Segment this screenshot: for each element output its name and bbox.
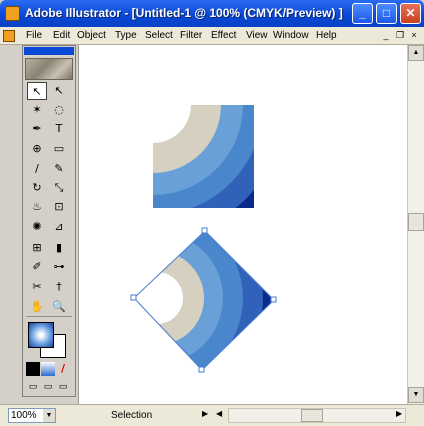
document-minimize-button[interactable]: _ [380, 30, 392, 42]
square-quarter-circles[interactable] [78, 45, 285, 237]
scroll-down-button[interactable]: ▼ [408, 387, 424, 403]
scroll-right-button[interactable]: ▶ [396, 409, 402, 418]
horizontal-scroll-thumb[interactable] [301, 409, 323, 422]
menu-help[interactable]: Help [316, 30, 337, 41]
illustrator-app-icon[interactable] [5, 6, 20, 21]
hand-tool-icon[interactable]: ✋ [27, 298, 47, 316]
menu-effect[interactable]: Effect [211, 30, 236, 41]
direct-selection-tool-icon[interactable]: ↖ [49, 82, 69, 100]
standard-screen-mode-button[interactable]: ▭ [26, 381, 40, 393]
gradient-tool-icon[interactable]: ▮ [49, 239, 69, 257]
scissors-tool-icon[interactable]: † [49, 278, 69, 296]
fill-swatch[interactable] [28, 322, 54, 348]
title-bar: Adobe Illustrator - [Untitled-1 @ 100% (… [0, 0, 424, 27]
scale-tool-icon[interactable]: ⤡ [49, 179, 69, 197]
menu-window[interactable]: Window [273, 30, 309, 41]
status-tool-label: Selection [111, 410, 153, 421]
fill-stroke-control[interactable] [28, 322, 68, 358]
document-close-button[interactable]: × [408, 30, 420, 42]
toolbox-divider [26, 316, 72, 317]
slice-tool-icon[interactable]: ✂ [27, 278, 47, 296]
window-title: Adobe Illustrator - [Untitled-1 @ 100% (… [25, 6, 343, 20]
none-mode-button[interactable]: / [56, 362, 70, 376]
rectangle-tool-icon[interactable]: ▭ [49, 140, 69, 158]
maximize-button[interactable]: □ [376, 3, 397, 24]
menu-file[interactable]: File [26, 30, 42, 41]
toolbox-banner-image[interactable] [25, 58, 73, 80]
pen-tool-icon[interactable]: ✒ [27, 120, 47, 138]
anchor-point[interactable] [270, 296, 277, 303]
selection-tool-icon[interactable]: ↖ [27, 82, 47, 100]
mesh-tool-icon[interactable]: ⊞ [27, 239, 47, 257]
square-core [153, 105, 191, 143]
free-transform-tool-icon[interactable]: ⊡ [49, 198, 69, 216]
artboard-canvas[interactable] [78, 45, 407, 404]
scroll-up-button[interactable]: ▲ [408, 45, 424, 61]
gradient-mode-button[interactable] [41, 362, 55, 376]
lasso-tool-icon[interactable]: ◌ [49, 101, 69, 119]
eyedropper-tool-icon[interactable]: ✐ [27, 258, 47, 276]
menu-select[interactable]: Select [145, 30, 173, 41]
zoom-level-field[interactable]: 100% ▼ [8, 408, 56, 423]
graph-tool-icon[interactable]: ⊿ [49, 218, 69, 236]
minimize-button[interactable]: _ [352, 3, 373, 24]
document-icon[interactable] [3, 30, 15, 42]
type-tool-icon[interactable]: T [49, 120, 69, 138]
blend-tool-icon[interactable]: ⊶ [49, 258, 69, 276]
diamond-quarter-circles[interactable] [78, 192, 274, 404]
zoom-level-value: 100% [11, 410, 37, 421]
menu-type[interactable]: Type [115, 30, 137, 41]
paintbrush-tool-icon[interactable]: / [27, 160, 47, 178]
symbol-sprayer-tool-icon[interactable]: ✺ [27, 218, 47, 236]
menu-filter[interactable]: Filter [180, 30, 202, 41]
status-menu-arrow-icon[interactable]: ▶ [202, 409, 208, 418]
menu-view[interactable]: View [246, 30, 268, 41]
zoom-tool-icon[interactable]: 🔍 [49, 298, 69, 316]
status-bar: 100% ▼ Selection ▶ ◀ ▶ [0, 404, 424, 426]
anchor-point[interactable] [130, 294, 137, 301]
line-tool-icon[interactable]: ⊕ [27, 140, 47, 158]
diamond-core [134, 272, 183, 324]
anchor-point[interactable] [201, 227, 208, 234]
vertical-scrollbar[interactable]: ▲ ▼ [407, 45, 424, 404]
menu-edit[interactable]: Edit [53, 30, 70, 41]
scroll-left-button[interactable]: ◀ [216, 409, 222, 418]
menu-bar: File Edit Object Type Select Filter Effe… [0, 27, 424, 45]
pencil-tool-icon[interactable]: ✎ [49, 160, 69, 178]
magic-wand-tool-icon[interactable]: ✶ [27, 101, 47, 119]
document-restore-button[interactable]: ❐ [394, 30, 406, 42]
vertical-scroll-thumb[interactable] [408, 213, 424, 231]
anchor-point[interactable] [198, 366, 205, 373]
artwork [78, 45, 285, 404]
color-mode-button[interactable] [26, 362, 40, 376]
toolbox-title-bar[interactable] [24, 47, 74, 55]
warp-tool-icon[interactable]: ♨ [27, 198, 47, 216]
rotate-tool-icon[interactable]: ↻ [27, 179, 47, 197]
full-screen-menu-mode-button[interactable]: ▭ [41, 381, 55, 393]
full-screen-mode-button[interactable]: ▭ [56, 381, 70, 393]
horizontal-scrollbar[interactable] [228, 408, 406, 423]
close-button[interactable]: ✕ [400, 3, 421, 24]
zoom-dropdown-arrow-icon[interactable]: ▼ [43, 409, 55, 422]
menu-object[interactable]: Object [77, 30, 106, 41]
toolbox-panel: ↖ ↖ ✶ ◌ ✒ T ⊕ ▭ / ✎ ↻ ⤡ ♨ ⊡ ✺ ⊿ ⊞ ▮ ✐ ⊶ ✂ † ✋ 🔍 / ▭ ▭ ▭ [22, 45, 76, 397]
